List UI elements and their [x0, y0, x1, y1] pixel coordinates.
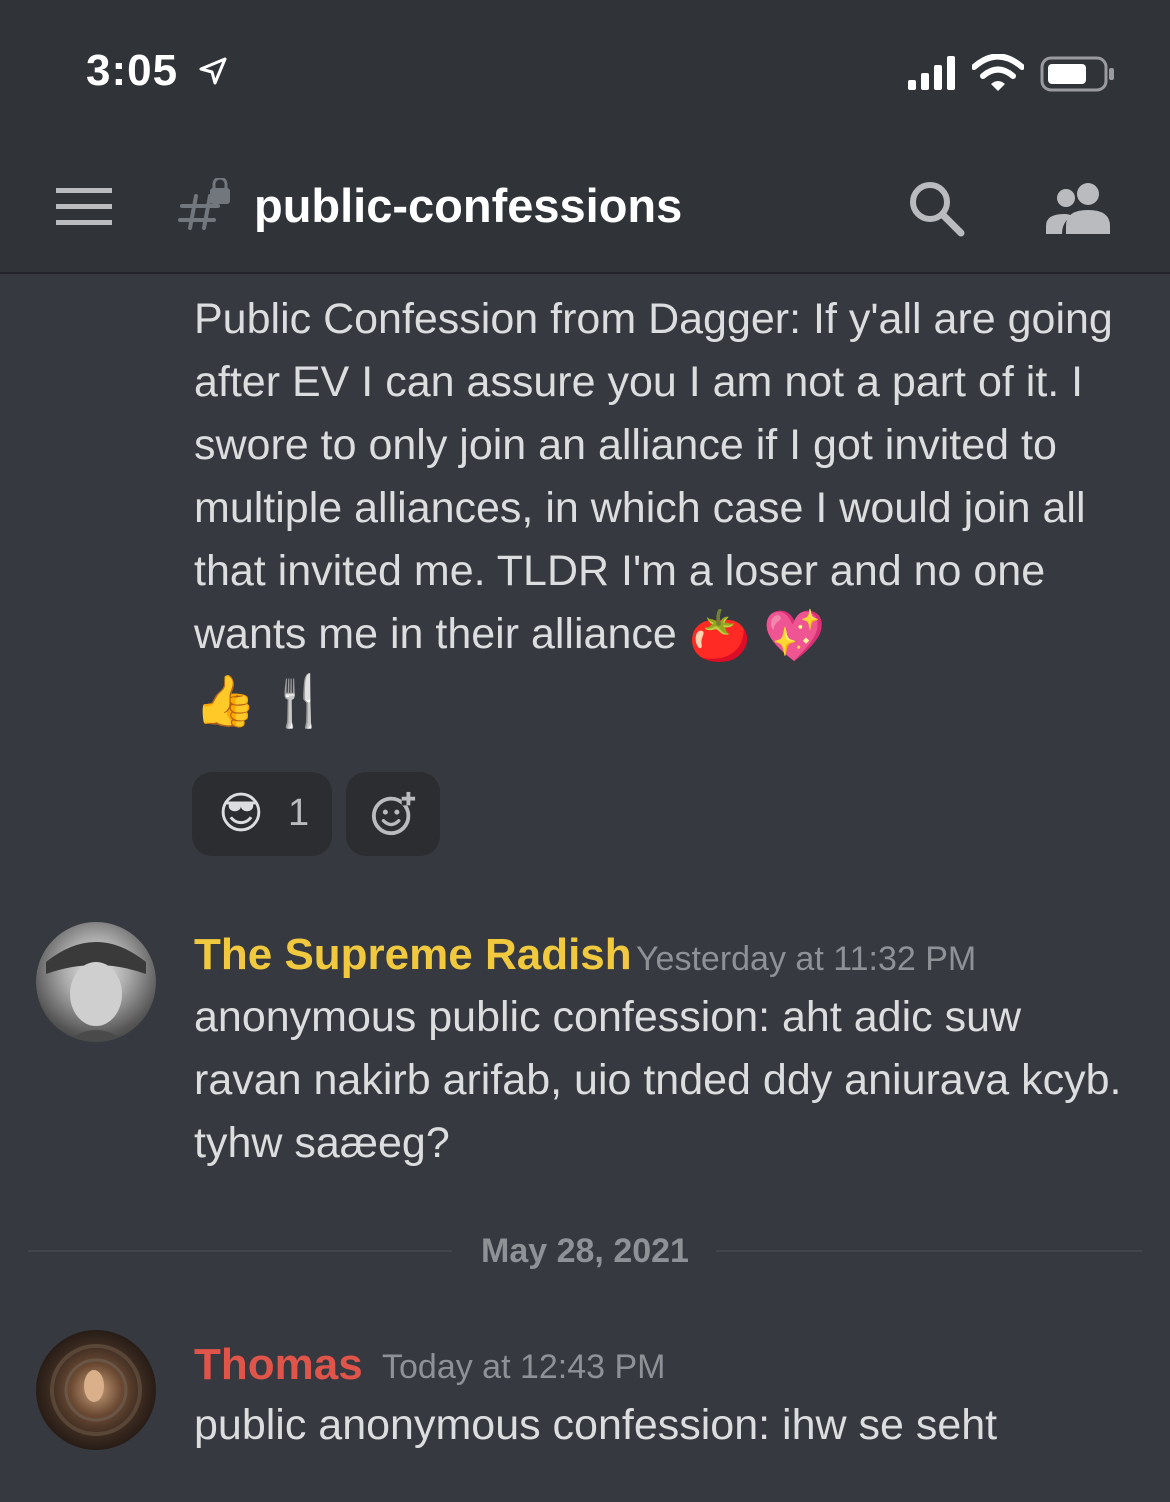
avatar-photo — [46, 942, 146, 1042]
tomato-emoji: 🍅 — [688, 608, 752, 665]
fork-knife-emoji: 🍴 — [268, 673, 331, 730]
channel-title: public-confessions — [254, 179, 683, 232]
message-timestamp: Yesterday at 11:32 PM — [636, 940, 977, 978]
add-reaction-button[interactable] — [346, 772, 440, 856]
avatar-thomas[interactable] — [36, 1330, 156, 1450]
message-timestamp: Today at 12:43 PM — [382, 1348, 666, 1386]
avatar-photo — [50, 1344, 142, 1436]
divider-line-left — [28, 1250, 452, 1252]
thumbs-up-emoji: 👍 — [194, 673, 257, 730]
sparkling-heart-emoji: 💖 — [762, 608, 826, 665]
reaction-count: 1 — [288, 792, 310, 834]
message-text-1: Public Confession from Dagger: If y'all … — [194, 288, 1134, 733]
message-body: Public Confession from Dagger: If y'all … — [194, 295, 1113, 658]
divider-line-right — [716, 1250, 1142, 1252]
message-text-2: anonymous public confession: aht adic su… — [194, 993, 1122, 1167]
location-arrow-icon — [199, 57, 227, 85]
locked-channel-icon — [178, 178, 230, 230]
author-name[interactable]: The Supreme Radish — [194, 930, 632, 980]
wifi-icon — [972, 54, 1024, 91]
battery-icon — [1040, 56, 1114, 92]
sunglasses-emoji: 😎 — [218, 789, 264, 838]
status-time: 3:05 — [86, 46, 179, 95]
top-bar: 3:05 public-confessions — [0, 0, 1170, 274]
search-icon[interactable] — [906, 178, 966, 238]
hamburger-menu-icon[interactable] — [56, 186, 112, 228]
author-name[interactable]: Thomas — [194, 1340, 363, 1390]
cellular-signal-icon — [908, 56, 955, 90]
reaction-sunglasses[interactable]: 😎 1 — [192, 772, 332, 856]
add-reaction-icon — [371, 791, 416, 836]
message-text-3: public anonymous confession: ihw se seht — [194, 1401, 998, 1449]
date-divider: May 28, 2021 — [481, 1232, 689, 1270]
members-icon[interactable] — [1044, 180, 1116, 234]
avatar-supreme-radish[interactable] — [36, 922, 156, 1042]
